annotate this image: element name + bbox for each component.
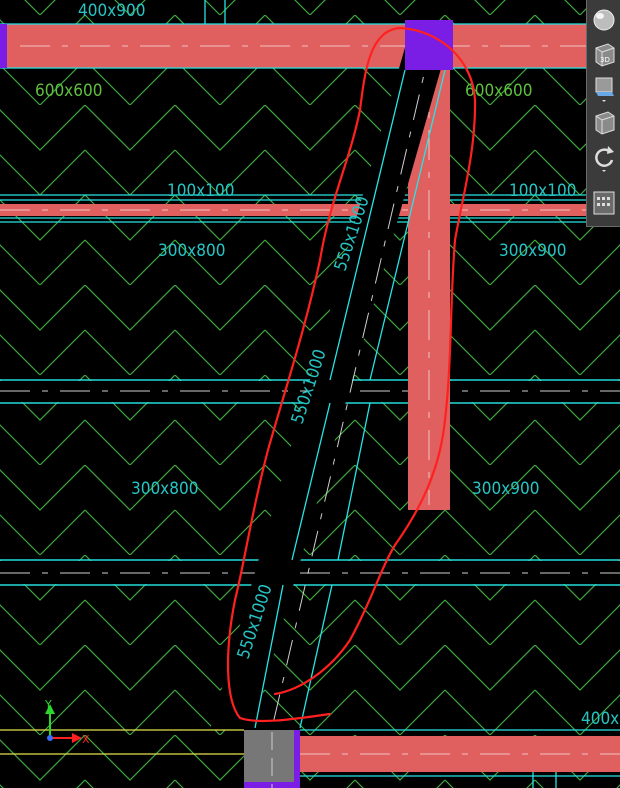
- label-slab-top-left: 600x600: [35, 81, 102, 101]
- label-beam-bottom-right: 400x2: [581, 709, 620, 729]
- beam-top[interactable]: [0, 23, 586, 69]
- ucs-y-label: Y: [44, 698, 52, 711]
- label-slab-low-right: 300x900: [472, 479, 539, 499]
- label-slab-mid-left: 300x800: [158, 241, 225, 261]
- column-left-edge[interactable]: [0, 24, 7, 68]
- label-slab-low-left: 300x800: [131, 479, 198, 499]
- cad-viewport[interactable]: 400x900 600x600 600x600 100x100 100x100 …: [0, 0, 620, 788]
- label-beam-mid-right: 100x100: [509, 181, 576, 201]
- cube-3d-label: 3D: [600, 56, 610, 64]
- box-view-icon[interactable]: [590, 106, 618, 136]
- rotate-icon[interactable]: [590, 142, 618, 172]
- view-list-icon[interactable]: [590, 188, 618, 218]
- label-slab-mid-right: 300x900: [499, 241, 566, 261]
- navigation-bar: 3D: [586, 0, 620, 227]
- orbit-sphere-icon[interactable]: [590, 6, 618, 36]
- view-cube-3d-icon[interactable]: 3D: [590, 38, 618, 68]
- front-view-icon[interactable]: [590, 72, 618, 102]
- label-beam-mid-left: 100x100: [167, 181, 234, 201]
- label-beam-top-left: 400x900: [78, 1, 145, 21]
- ucs-x-label: X: [82, 733, 90, 746]
